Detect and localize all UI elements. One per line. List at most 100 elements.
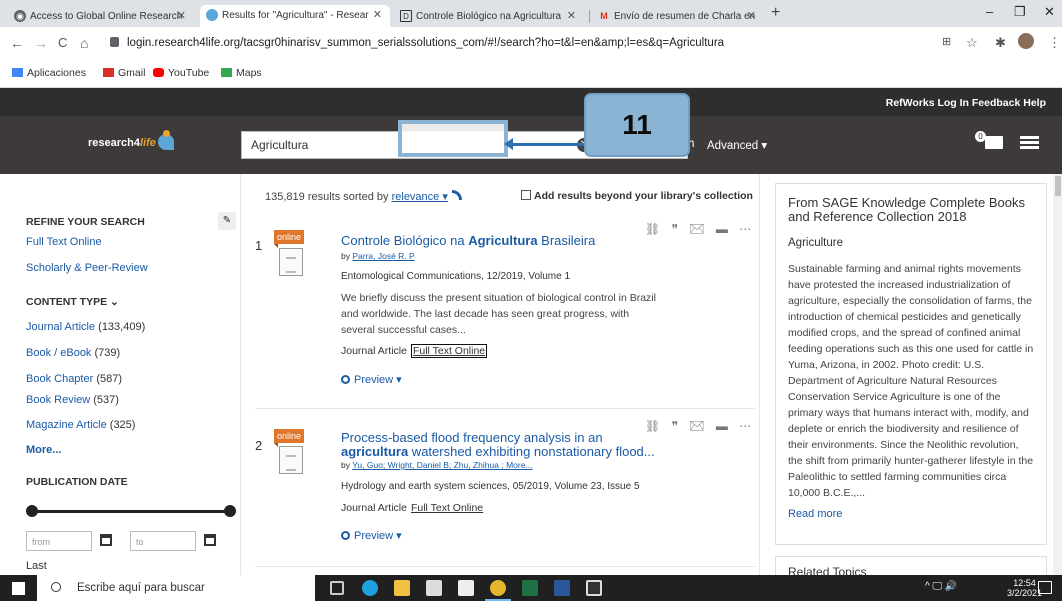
calendar-icon[interactable] [204, 534, 216, 546]
forward-button[interactable]: → [34, 35, 48, 51]
word-icon[interactable] [554, 580, 570, 596]
title-part: Process-based flood frequency analysis i… [341, 430, 603, 445]
task-view-icon[interactable] [330, 581, 344, 595]
folder-icon[interactable] [985, 136, 1003, 149]
result-actions[interactable]: ⛓ ❞ ✉ ▬ ⋯ [645, 222, 755, 236]
security-icon[interactable] [586, 580, 602, 596]
maximize-button[interactable]: ❐ [1014, 4, 1026, 20]
full-text-online-link[interactable]: Full Text Online [411, 502, 483, 514]
results-count: 135,819 results sorted by relevance ▾ [265, 190, 462, 203]
calendar-icon[interactable] [100, 534, 112, 546]
title-part: Brasileira [537, 233, 596, 248]
author-link[interactable]: Parra, José R. P [352, 251, 414, 261]
search-icon [341, 531, 350, 540]
type-label: Journal Article [341, 345, 407, 357]
pencil-icon[interactable]: ✎ [218, 212, 236, 230]
profile-avatar[interactable] [1018, 33, 1034, 49]
address-bar[interactable]: login.research4life.org/tacsgr0hinarisv_… [110, 33, 724, 53]
clock-time: 12:54 [1013, 578, 1036, 588]
panel-description: Sustainable farming and animal rights mo… [788, 263, 1034, 499]
date-from-input[interactable]: from [26, 531, 92, 551]
chrome-icon[interactable] [490, 580, 506, 596]
close-tab-icon[interactable]: ✕ [747, 6, 756, 27]
read-more-link[interactable]: Read more [788, 508, 1034, 520]
mail-icon[interactable] [458, 580, 474, 596]
content-type-heading[interactable]: CONTENT TYPE ⌄ [26, 296, 119, 308]
taskbar-search[interactable]: Escribe aquí para buscar [37, 575, 315, 601]
bookmark-apps[interactable]: Aplicaciones [12, 67, 86, 79]
date-to-input[interactable]: to [130, 531, 196, 551]
result-title[interactable]: Controle Biológico na Agricultura Brasil… [341, 234, 661, 248]
filter-scholarly-peer-review[interactable]: Scholarly & Peer-Review [26, 262, 148, 274]
browser-tab-2-active[interactable]: Results for "Agricultura" - Resear ✕ [200, 5, 390, 27]
content-type-book-review[interactable]: Book Review (537) [26, 394, 119, 406]
publication-date-heading: PUBLICATION DATE [26, 476, 128, 488]
author-link[interactable]: Yu, Guo; Wright, Daniel B; Zhu, Zhihua ;… [352, 460, 532, 470]
store-icon[interactable] [426, 580, 442, 596]
bookmark-star-icon[interactable]: ☆ [966, 35, 978, 51]
windows-start-icon[interactable] [12, 582, 25, 595]
browser-tab-4[interactable]: M Envío de resumen de Charla en ✕ [592, 6, 764, 27]
home-button[interactable]: ⌂ [80, 35, 88, 51]
close-tab-icon[interactable]: ✕ [373, 5, 382, 26]
system-tray-icons[interactable]: ^ 🖵 🔊 [925, 581, 957, 592]
preview-toggle[interactable]: Preview ▾ [341, 529, 402, 542]
date-range-slider[interactable] [30, 510, 230, 513]
more-content-types-link[interactable]: More... [26, 444, 61, 456]
edge-icon[interactable] [362, 580, 378, 596]
facet-label: Book Chapter [26, 373, 94, 385]
close-tab-icon[interactable]: ✕ [177, 6, 186, 27]
gmail-icon: M [600, 11, 608, 21]
scrollbar-thumb[interactable] [1055, 176, 1061, 196]
result-actions[interactable]: ⛓ ❞ ✉ ▬ ⋯ [645, 419, 755, 433]
result-title[interactable]: Process-based flood frequency analysis i… [341, 431, 671, 459]
minimize-button[interactable]: – [986, 4, 993, 19]
content-type-book-ebook[interactable]: Book / eBook (739) [26, 347, 120, 359]
hamburger-menu-icon[interactable] [1020, 136, 1039, 149]
checkbox-icon[interactable] [521, 190, 531, 200]
add-beyond-collection-checkbox[interactable]: Add results beyond your library's collec… [521, 190, 753, 202]
notifications-icon[interactable] [1038, 581, 1052, 594]
preview-toggle[interactable]: Preview ▾ [341, 373, 402, 386]
research4life-logo[interactable]: research4life [88, 130, 174, 150]
close-window-button[interactable]: ✕ [1044, 4, 1055, 20]
title-highlight: Agricultura [468, 233, 538, 248]
browser-tab-3[interactable]: D Controle Biológico na Agricultura ✕ [394, 6, 584, 27]
title-part: watershed exhibiting nonstationary flood… [408, 444, 655, 459]
bookmark-youtube[interactable]: YouTube [153, 67, 209, 79]
taskbar-clock[interactable]: 12:54 3/2/2021 [1007, 578, 1042, 598]
close-tab-icon[interactable]: ✕ [567, 6, 576, 27]
tab-separator [589, 10, 590, 23]
by-label: by [341, 460, 350, 470]
content-type-book-chapter[interactable]: Book Chapter (587) [26, 373, 122, 385]
back-button[interactable]: ← [10, 35, 24, 51]
advanced-search-dropdown[interactable]: Advanced ▾ [707, 138, 767, 152]
bookmark-maps[interactable]: Maps [221, 67, 262, 79]
title-highlight: agricultura [341, 444, 409, 459]
content-type-magazine-article[interactable]: Magazine Article (325) [26, 419, 135, 431]
preview-label: Preview ▾ [354, 374, 402, 386]
full-text-online-link[interactable]: Full Text Online [410, 344, 488, 358]
sort-dropdown[interactable]: relevance ▾ [392, 191, 448, 203]
filter-full-text-online[interactable]: Full Text Online [26, 236, 102, 248]
page-scrollbar[interactable] [1053, 174, 1062, 575]
document-icon: D [400, 10, 412, 22]
menu-kebab-icon[interactable]: ⋮ [1048, 35, 1061, 51]
tab-title: Envío de resumen de Charla en [614, 11, 756, 22]
clock-date: 3/2/2021 [1007, 588, 1043, 598]
utility-links[interactable]: RefWorks Log In Feedback Help [886, 97, 1046, 109]
excel-icon[interactable] [522, 580, 538, 596]
browser-tab-1[interactable]: ◉ Access to Global Online Research ✕ [8, 6, 194, 27]
document-icon [279, 446, 303, 474]
new-tab-button[interactable]: + [771, 4, 780, 22]
rss-icon[interactable] [451, 190, 462, 200]
slider-handle-start[interactable] [26, 505, 38, 517]
content-type-journal-article[interactable]: Journal Article (133,409) [26, 321, 145, 333]
reload-button[interactable]: C [58, 35, 67, 50]
extensions-icon[interactable]: ✱ [995, 35, 1006, 51]
bookmark-gmail[interactable]: Gmail [103, 67, 145, 79]
translate-icon[interactable]: ⊞ [942, 35, 951, 48]
slider-handle-end[interactable] [224, 505, 236, 517]
file-explorer-icon[interactable] [394, 580, 410, 596]
add-beyond-label: Add results beyond your library's collec… [534, 190, 753, 202]
